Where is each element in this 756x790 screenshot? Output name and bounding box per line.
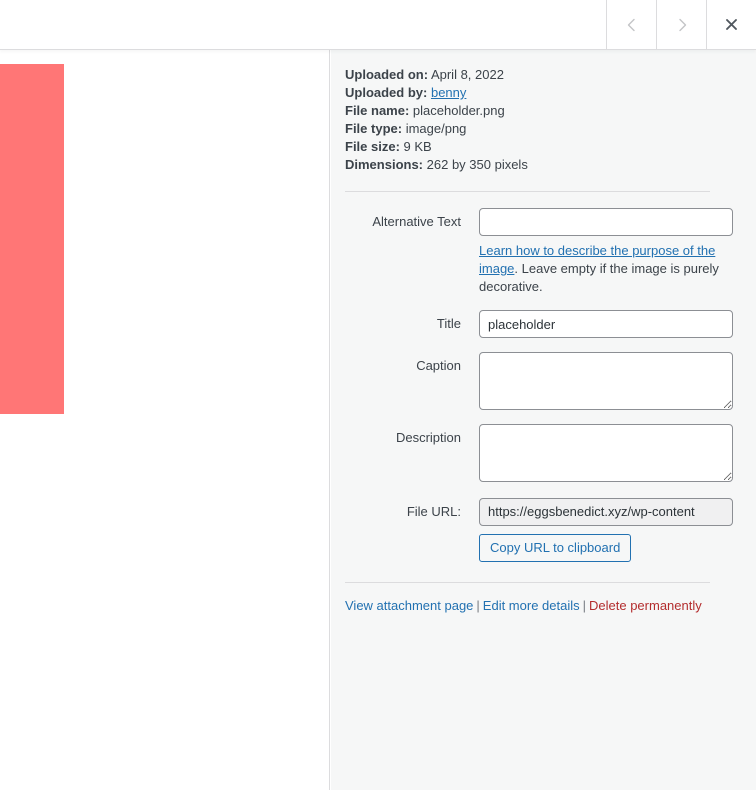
alt-text-control: Learn how to describe the purpose of the… [479, 208, 742, 296]
caption-control [479, 352, 742, 410]
actions-divider [345, 582, 710, 583]
modal-body: Uploaded on: April 8, 2022 Uploaded by: … [0, 50, 756, 790]
meta-value-uploaded-on: April 8, 2022 [430, 67, 504, 82]
field-row-title: Title [345, 310, 742, 338]
previous-media-button[interactable] [606, 0, 656, 49]
uploaded-by-user-link[interactable]: benny [431, 85, 466, 100]
field-row-alt-text: Alternative Text Learn how to describe t… [345, 208, 742, 296]
field-row-file-url: File URL: https://eggsbenedict.xyz/wp-co… [345, 498, 742, 562]
attachment-actions: View attachment page | Edit more details | D… [345, 597, 742, 615]
meta-value-file-name: placeholder.png [412, 103, 505, 118]
file-url-control: https://eggsbenedict.xyz/wp-content Copy… [479, 498, 742, 562]
alt-text-input[interactable] [479, 208, 733, 236]
meta-row-dimensions: Dimensions: 262 by 350 pixels [345, 156, 742, 174]
file-url-label: File URL: [406, 504, 461, 519]
meta-label-dimensions: Dimensions: [345, 157, 424, 172]
description-label: Description [395, 430, 461, 445]
meta-value-file-size: 9 KB [403, 139, 432, 154]
title-input[interactable] [479, 310, 733, 338]
meta-row-file-name: File name: placeholder.png [345, 102, 742, 120]
attachment-details-pane: Uploaded on: April 8, 2022 Uploaded by: … [331, 50, 756, 790]
meta-label-uploaded-by: Uploaded by: [345, 85, 428, 100]
alt-text-label: Alternative Text [372, 214, 461, 229]
meta-label-file-type: File type: [345, 121, 403, 136]
actions-separator-2: | [582, 598, 587, 613]
media-preview-pane [0, 50, 330, 790]
modal-nav-group [606, 0, 756, 49]
metadata-divider [345, 191, 710, 192]
chevron-right-icon [674, 17, 690, 33]
alt-text-help: Learn how to describe the purpose of the… [479, 242, 733, 296]
field-row-caption: Caption [345, 352, 742, 410]
meta-value-file-type: image/png [405, 121, 467, 136]
modal-toolbar [0, 0, 756, 50]
description-textarea[interactable] [479, 424, 733, 482]
caption-textarea[interactable] [479, 352, 733, 410]
actions-separator-1: | [476, 598, 480, 613]
attachment-edit-form: Alternative Text Learn how to describe t… [345, 208, 742, 562]
title-control [479, 310, 742, 338]
description-control [479, 424, 742, 482]
meta-label-file-name: File name: [345, 103, 410, 118]
meta-label-file-size: File size: [345, 139, 400, 154]
caption-label: Caption [416, 358, 461, 373]
meta-row-file-type: File type: image/png [345, 120, 742, 138]
meta-row-uploaded-on: Uploaded on: April 8, 2022 [345, 66, 742, 84]
attachment-details-modal: Uploaded on: April 8, 2022 Uploaded by: … [0, 0, 756, 790]
edit-more-details-link[interactable]: Edit more details [483, 598, 580, 613]
delete-permanently-link[interactable]: Delete permanently [589, 598, 702, 613]
meta-value-dimensions: 262 by 350 pixels [426, 157, 528, 172]
field-row-description: Description [345, 424, 742, 482]
file-url-readonly-field[interactable]: https://eggsbenedict.xyz/wp-content [479, 498, 733, 526]
meta-label-uploaded-on: Uploaded on: [345, 67, 429, 82]
title-label: Title [436, 316, 461, 331]
view-attachment-page-link[interactable]: View attachment page [345, 598, 473, 613]
meta-row-uploaded-by: Uploaded by: benny [345, 84, 742, 102]
copy-url-to-clipboard-button[interactable]: Copy URL to clipboard [479, 534, 632, 562]
attachment-image [0, 64, 64, 414]
meta-row-file-size: File size: 9 KB [345, 138, 742, 156]
close-modal-button[interactable] [706, 0, 756, 49]
chevron-left-icon [624, 17, 640, 33]
attachment-metadata: Uploaded on: April 8, 2022 Uploaded by: … [345, 66, 742, 174]
next-media-button[interactable] [656, 0, 706, 49]
close-icon [724, 17, 739, 32]
alt-text-help-rest: . Leave empty if the image is purely dec… [479, 261, 719, 294]
